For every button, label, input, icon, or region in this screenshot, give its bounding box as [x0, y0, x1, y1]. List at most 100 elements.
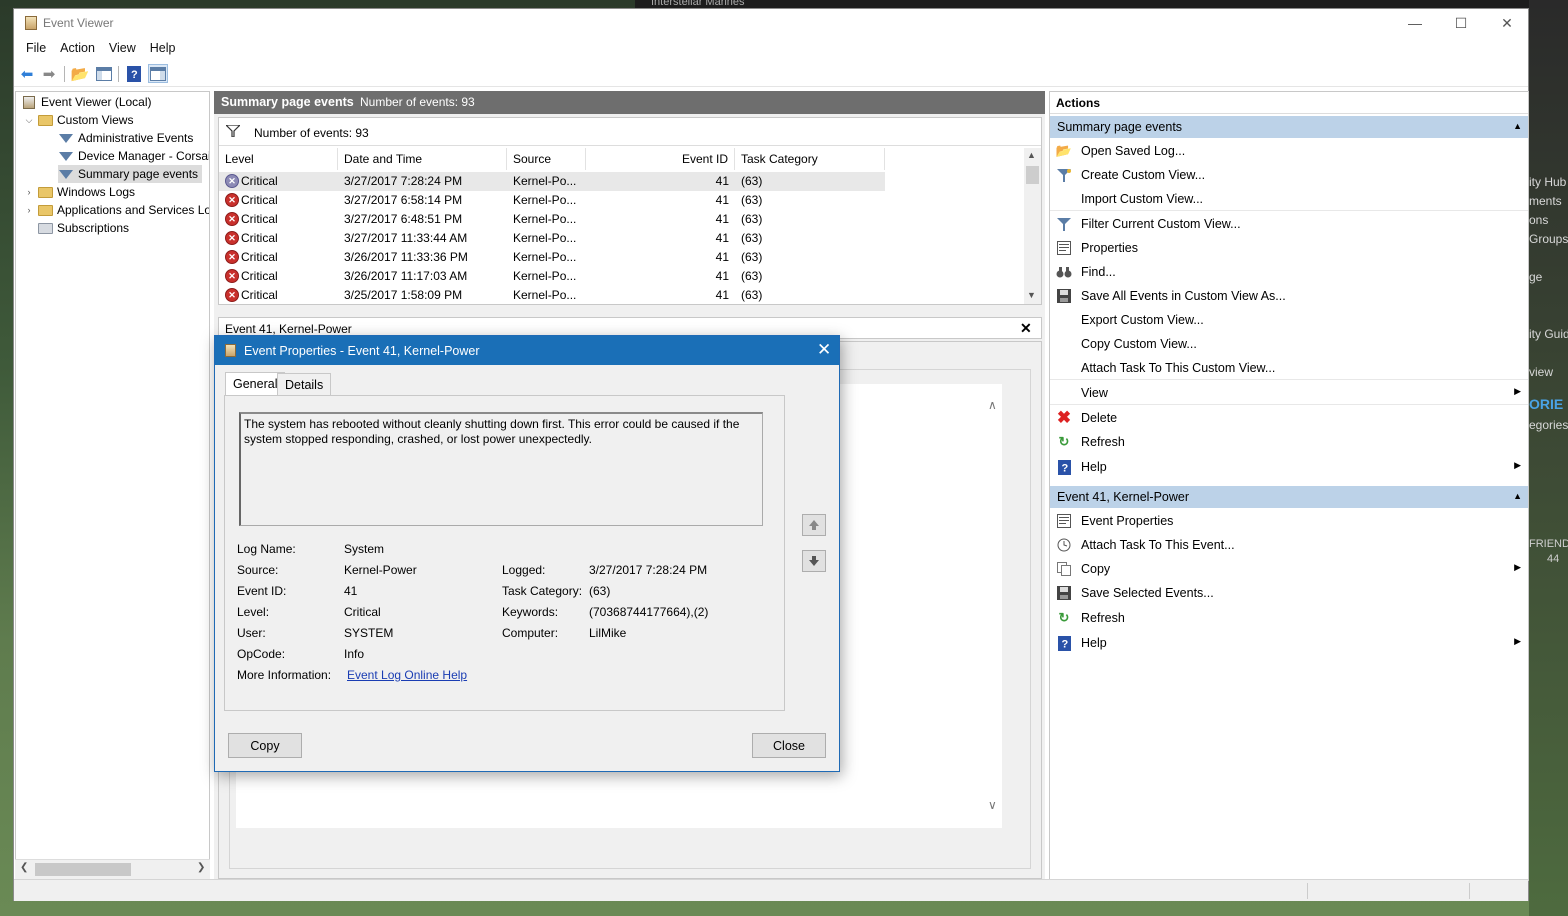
action-copy-custom-view[interactable]: Copy Custom View... — [1050, 332, 1528, 356]
action-label: Filter Current Custom View... — [1081, 217, 1241, 231]
show-hide-tree-icon[interactable] — [94, 64, 114, 83]
status-divider — [1469, 883, 1470, 899]
action-event-properties[interactable]: Event Properties — [1050, 509, 1528, 533]
table-row[interactable]: ✕ Critical 3/27/2017 6:48:51 PM Kernel-P… — [219, 210, 885, 229]
action-help-event[interactable]: ? Help ▶ — [1050, 631, 1528, 655]
scroll-up-icon[interactable]: ▲ — [1027, 150, 1036, 160]
tree-horizontal-scrollbar[interactable]: ❮ ❯ — [15, 859, 210, 879]
action-save-all-events[interactable]: Save All Events in Custom View As... — [1050, 284, 1528, 308]
summary-title: Summary page events — [221, 95, 354, 109]
tree-item-summary-page-events[interactable]: Summary page events — [58, 165, 203, 183]
minimize-button[interactable]: — — [1392, 9, 1438, 37]
dialog-close-icon[interactable]: ✕ — [817, 340, 831, 360]
collapse-icon[interactable]: ▲ — [1513, 121, 1522, 131]
table-row[interactable]: ✕ Critical 3/25/2017 1:58:09 PM Kernel-P… — [219, 286, 885, 305]
scroll-right-icon[interactable]: ❯ — [197, 862, 205, 873]
dialog-close-button[interactable]: Close — [752, 733, 826, 758]
filter-icon — [59, 151, 73, 161]
scrollbar-thumb[interactable] — [1026, 166, 1039, 184]
table-row[interactable]: ✕ Critical 3/27/2017 11:33:44 AM Kernel-… — [219, 229, 885, 248]
cell-task-category: (63) — [741, 193, 763, 207]
forward-arrow-icon[interactable]: ➡ — [39, 64, 59, 83]
event-properties-icon — [1056, 513, 1072, 529]
action-save-selected-events[interactable]: Save Selected Events... — [1050, 581, 1528, 605]
action-delete[interactable]: ✖ Delete — [1050, 406, 1528, 430]
up-folder-icon[interactable]: 📂 — [70, 64, 90, 83]
cell-datetime: 3/26/2017 11:17:03 AM — [344, 269, 468, 283]
collapse-icon[interactable]: ▲ — [1513, 491, 1522, 501]
tree-item-applications-services[interactable]: › Applications and Services Lo — [24, 201, 210, 219]
show-hide-action-pane-icon[interactable] — [148, 64, 168, 83]
action-label: Delete — [1081, 411, 1118, 425]
action-export-custom-view[interactable]: Export Custom View... — [1050, 308, 1528, 332]
tree-item-custom-views[interactable]: ⌵ Custom Views — [24, 111, 134, 129]
action-properties[interactable]: Properties — [1050, 236, 1528, 260]
column-task-category[interactable]: Task Category — [735, 148, 885, 170]
action-attach-task-event[interactable]: Attach Task To This Event... — [1050, 533, 1528, 557]
action-label: Export Custom View... — [1081, 313, 1204, 327]
column-level[interactable]: Level — [219, 148, 338, 170]
scroll-left-icon[interactable]: ❮ — [20, 862, 28, 873]
tree-item-subscriptions[interactable]: Subscriptions — [37, 219, 129, 237]
cell-level: Critical — [241, 269, 278, 283]
section-title: Summary page events — [1057, 120, 1183, 134]
action-view[interactable]: View ▶ — [1050, 381, 1528, 405]
column-source[interactable]: Source — [507, 148, 586, 170]
menu-help[interactable]: Help — [143, 37, 183, 59]
scroll-down-icon[interactable]: ▼ — [1027, 290, 1036, 300]
action-refresh[interactable]: ↻ Refresh — [1050, 430, 1528, 454]
action-label: Refresh — [1081, 435, 1125, 449]
action-open-saved-log[interactable]: 📂 Open Saved Log... — [1050, 139, 1528, 163]
action-import-custom-view[interactable]: Import Custom View... — [1050, 187, 1528, 211]
action-copy[interactable]: Copy ▶ — [1050, 557, 1528, 581]
action-create-custom-view[interactable]: Create Custom View... — [1050, 163, 1528, 187]
table-row[interactable]: ✕ Critical 3/26/2017 11:17:03 AM Kernel-… — [219, 267, 885, 286]
column-date-time[interactable]: Date and Time — [338, 148, 507, 170]
tree-item-device-manager[interactable]: Device Manager - Corsair — [58, 147, 209, 165]
copy-button[interactable]: Copy — [228, 733, 302, 758]
tree-item-administrative-events[interactable]: Administrative Events — [58, 129, 193, 147]
chevron-down-icon[interactable]: ∨ — [988, 798, 997, 812]
action-attach-task-custom-view[interactable]: Attach Task To This Custom View... — [1050, 356, 1528, 380]
background-fragment: Groups — [1529, 232, 1568, 246]
action-filter-current-view[interactable]: Filter Current Custom View... — [1050, 212, 1528, 236]
action-find[interactable]: Find... — [1050, 260, 1528, 284]
cell-level: Critical — [241, 212, 278, 226]
menu-file[interactable]: File — [19, 37, 53, 59]
table-row[interactable]: ✕ Critical 3/27/2017 7:28:24 PM Kernel-P… — [219, 172, 885, 191]
chevron-right-icon[interactable]: › — [24, 187, 34, 197]
cell-datetime: 3/27/2017 11:33:44 AM — [344, 231, 468, 245]
action-refresh-event[interactable]: ↻ Refresh — [1050, 606, 1528, 630]
menu-view[interactable]: View — [102, 37, 143, 59]
table-row[interactable]: ✕ Critical 3/27/2017 6:58:14 PM Kernel-P… — [219, 191, 885, 210]
menu-action[interactable]: Action — [53, 37, 102, 59]
chevron-down-icon[interactable]: ⌵ — [24, 115, 34, 126]
action-help[interactable]: ? Help ▶ — [1050, 455, 1528, 479]
event-log-online-help-link[interactable]: Event Log Online Help — [347, 668, 467, 682]
tree-item-windows-logs[interactable]: › Windows Logs — [24, 183, 136, 201]
tree-item-event-viewer-local[interactable]: Event Viewer (Local) — [21, 93, 152, 111]
column-event-id[interactable]: Event ID — [586, 148, 735, 170]
close-button[interactable]: ✕ — [1484, 9, 1530, 37]
actions-section-summary[interactable]: Summary page events ▲ — [1050, 116, 1528, 138]
events-vertical-scrollbar[interactable]: ▲ ▼ — [1024, 148, 1041, 304]
next-event-button[interactable] — [802, 550, 826, 572]
chevron-up-icon[interactable]: ∧ — [988, 398, 997, 412]
tab-details[interactable]: Details — [277, 373, 332, 396]
previous-event-button[interactable] — [802, 514, 826, 536]
maximize-button[interactable]: ☐ — [1438, 9, 1484, 37]
scrollbar-thumb[interactable] — [35, 863, 131, 876]
actions-title: Actions — [1056, 96, 1101, 110]
computer-value: LilMike — [589, 626, 627, 640]
back-arrow-icon[interactable]: ⬅ — [17, 64, 37, 83]
tree-item-label: Custom Views — [57, 113, 134, 127]
action-label: Copy Custom View... — [1081, 337, 1197, 351]
event-description[interactable]: The system has rebooted without cleanly … — [239, 412, 763, 526]
actions-section-event[interactable]: Event 41, Kernel-Power ▲ — [1050, 486, 1528, 508]
chevron-right-icon[interactable]: › — [24, 205, 34, 215]
copy-icon — [1056, 561, 1072, 577]
table-row[interactable]: ✕ Critical 3/26/2017 11:33:36 PM Kernel-… — [219, 248, 885, 267]
arrow-down-icon — [809, 556, 819, 566]
help-icon[interactable]: ? — [124, 64, 144, 83]
close-icon[interactable]: ✕ — [1020, 320, 1032, 337]
